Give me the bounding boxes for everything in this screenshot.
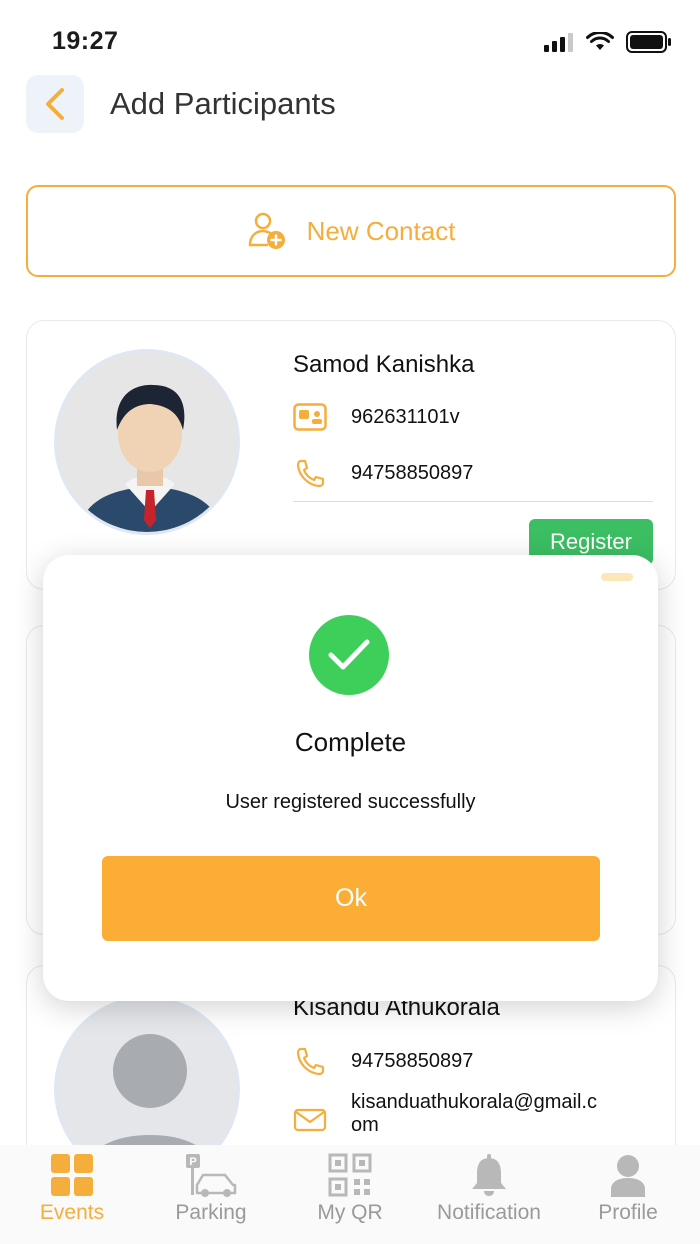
phone-icon (296, 459, 325, 488)
dialog-message: User registered successfully (225, 791, 476, 813)
dialog-title: Complete (294, 727, 407, 757)
nav-label: Events (39, 1201, 105, 1224)
phone-row: 94758850897 (293, 1046, 473, 1076)
success-check-icon (309, 615, 389, 695)
email-line-1: kisanduathukorala@gmail.c (351, 1091, 597, 1113)
nav-item-notification[interactable]: Notification (419, 1153, 559, 1225)
phone-number: 94758850897 (351, 1049, 474, 1072)
bell-icon (472, 1154, 506, 1196)
status-bar: 19:27 (0, 0, 700, 70)
status-icons (544, 31, 672, 53)
email-address: kisanduathukorala@gmail.c om (351, 1091, 597, 1137)
wifi-icon (586, 32, 614, 50)
participant-name: Samod Kanishka (293, 351, 475, 378)
avatar (54, 349, 240, 535)
nav-item-my-qr[interactable]: My QR (280, 1153, 420, 1225)
id-card-icon (293, 403, 327, 431)
back-button[interactable] (26, 75, 84, 133)
nav-label: Parking (175, 1201, 247, 1224)
id-row: 962631101v (293, 403, 460, 431)
ok-button[interactable]: Ok (102, 856, 600, 941)
cellular-signal-icon (544, 33, 573, 52)
nav-label: My QR (317, 1201, 383, 1224)
grid-icon (51, 1154, 93, 1196)
phone-number: 94758850897 (351, 461, 474, 484)
nav-item-events[interactable]: Events (2, 1153, 142, 1225)
email-line-2: om (351, 1114, 379, 1136)
divider (293, 501, 653, 502)
new-contact-button[interactable]: New Contact (26, 185, 676, 277)
page-title: Add Participants (110, 86, 336, 121)
participant-card: Samod Kanishka 962631101v 94758850897 Re… (26, 320, 676, 590)
add-contact-icon (248, 212, 285, 249)
mail-icon (293, 1108, 327, 1132)
nav-item-parking[interactable]: P Parking (141, 1153, 281, 1225)
id-number: 962631101v (351, 405, 460, 428)
bottom-nav: Events P Parking My QR Notification Prof… (0, 1145, 700, 1244)
nav-item-profile[interactable]: Profile (558, 1153, 698, 1225)
success-dialog: Complete User registered successfully Ok (43, 555, 658, 1001)
phone-row: 94758850897 (293, 458, 473, 488)
car-parking-icon: P (186, 1154, 237, 1197)
checkmark-icon (328, 639, 370, 670)
status-time: 19:27 (52, 27, 119, 55)
nav-label: Profile (598, 1201, 658, 1224)
svg-text:P: P (189, 1156, 196, 1168)
dialog-handle (601, 573, 633, 581)
new-contact-label: New Contact (306, 215, 456, 246)
nav-label: Notification (437, 1201, 541, 1224)
battery-icon (626, 31, 671, 53)
email-row: kisanduathukorala@gmail.c om (293, 1091, 597, 1137)
male-avatar-illustration (57, 352, 237, 532)
person-icon (611, 1155, 645, 1197)
phone-icon (296, 1047, 325, 1076)
qr-code-icon (328, 1153, 372, 1197)
chevron-left-icon (46, 88, 64, 120)
